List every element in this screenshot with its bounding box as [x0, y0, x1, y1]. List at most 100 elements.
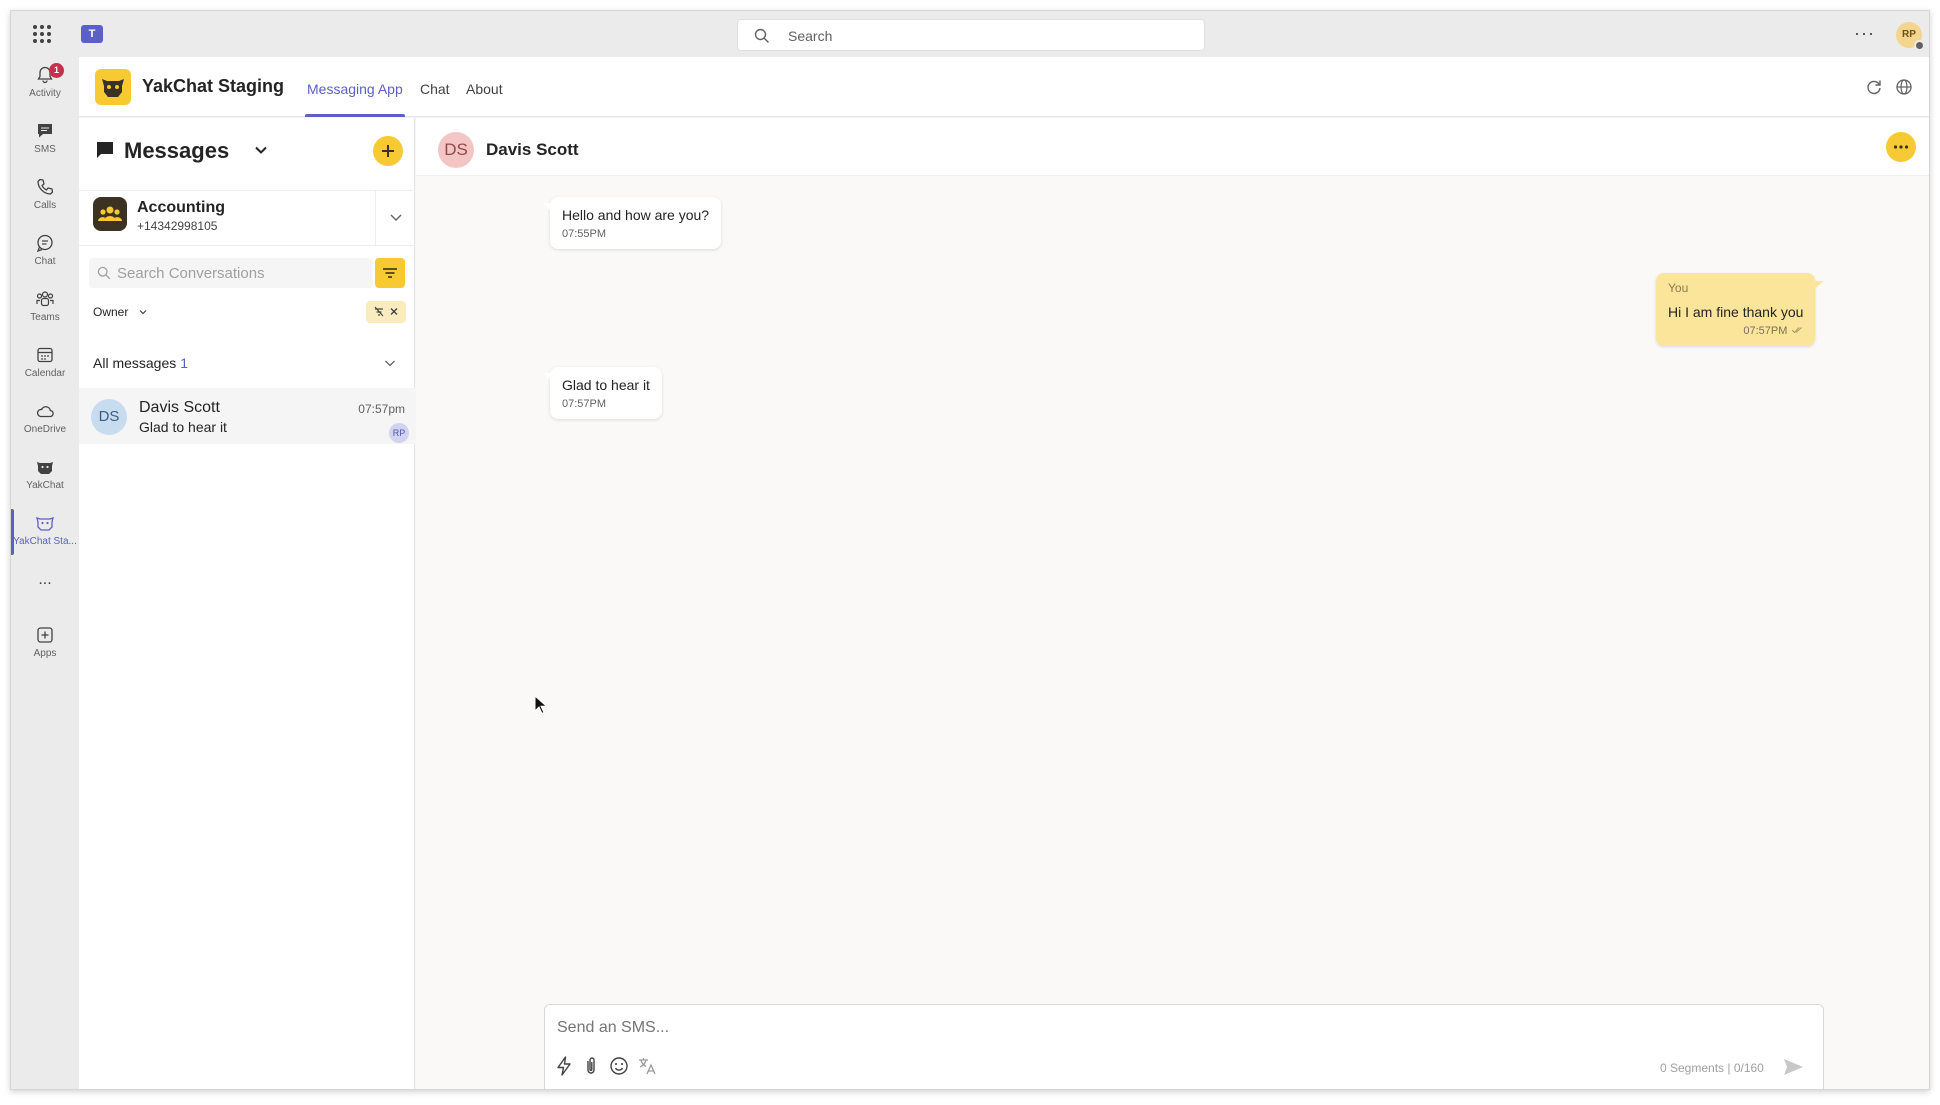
plus-icon: [382, 145, 394, 157]
global-search-input[interactable]: Search: [737, 19, 1205, 51]
owner-filter-label: Owner: [93, 305, 129, 319]
rail-label: YakChat Sta...: [13, 536, 77, 547]
rail-item-teams[interactable]: Teams: [11, 281, 79, 335]
chat-pane: DS Davis Scott Hello and how are you? 07…: [416, 118, 1929, 1089]
contact-name: Davis Scott: [139, 399, 220, 416]
rail-item-chat[interactable]: Chat: [11, 225, 79, 279]
user-initials: RP: [1902, 29, 1916, 40]
teams-icon: [36, 291, 54, 307]
all-messages-section[interactable]: All messages 1: [93, 355, 188, 371]
search-icon: [754, 28, 769, 43]
search-placeholder: Search: [788, 28, 833, 44]
close-icon: [390, 308, 398, 315]
rail-item-sms[interactable]: SMS: [11, 113, 79, 167]
chat-icon: [36, 234, 53, 253]
message-time: 07:55PM: [562, 228, 607, 240]
more-options-button[interactable]: [1886, 132, 1916, 162]
activity-badge: 1: [49, 63, 64, 78]
mouse-cursor-icon: [534, 695, 548, 715]
tab-messaging-app[interactable]: Messaging App: [307, 81, 403, 97]
tab-chat[interactable]: Chat: [420, 81, 450, 97]
title-bar: T Search ··· RP: [11, 11, 1929, 57]
rail-item-activity[interactable]: 1 Activity: [11, 57, 79, 111]
message-text: Glad to hear it: [562, 377, 650, 393]
section-label: All messages: [93, 355, 177, 371]
new-message-button[interactable]: [373, 136, 403, 166]
calendar-icon: [37, 347, 53, 363]
rail-label: YakChat: [26, 480, 64, 491]
rail-label: OneDrive: [23, 424, 67, 435]
account-selector[interactable]: Accounting +14342998105: [79, 190, 415, 246]
filter-button[interactable]: [375, 258, 405, 288]
user-avatar[interactable]: RP: [1896, 22, 1925, 51]
message-time: 07:57PM: [1743, 325, 1788, 337]
tab-about[interactable]: About: [466, 81, 503, 97]
phone-icon: [37, 178, 54, 195]
clear-filters-button[interactable]: [366, 301, 406, 323]
contact-avatar: DS: [438, 132, 474, 168]
rail-item-yakchat-staging[interactable]: YakChat Sta...: [11, 505, 79, 559]
rail-label: Teams: [30, 312, 60, 323]
rail-label: Apps: [33, 648, 57, 659]
refresh-icon[interactable]: [1864, 77, 1884, 97]
contact-name: Davis Scott: [486, 140, 579, 159]
section-count: 1: [180, 355, 189, 371]
yakchat-icon: [37, 462, 53, 474]
chat-header: DS Davis Scott: [416, 118, 1929, 176]
owner-filter-dropdown[interactable]: Owner: [87, 301, 156, 323]
group-icon: [93, 197, 127, 231]
rail-item-calls[interactable]: Calls: [11, 169, 79, 223]
message-text: Hi I am fine thank you: [1668, 304, 1804, 320]
more-icon[interactable]: ···: [1854, 23, 1875, 44]
rail-more-apps[interactable]: ...: [11, 567, 79, 601]
message-text: Hello and how are you?: [562, 207, 710, 223]
translate-icon[interactable]: [636, 1055, 658, 1077]
clear-filter-icon: [374, 306, 384, 317]
rail-item-onedrive[interactable]: OneDrive: [11, 393, 79, 447]
chevron-down-icon[interactable]: [251, 140, 271, 160]
segment-counter: 0 Segments | 0/160: [1660, 1061, 1764, 1075]
active-tab-indicator: [305, 114, 405, 117]
more-icon: [1893, 145, 1909, 149]
lightning-icon[interactable]: [553, 1055, 575, 1077]
message-bubble-outgoing: You Hi I am fine thank you 07:57PM: [1656, 273, 1825, 346]
rail-item-apps[interactable]: Apps: [11, 617, 79, 671]
yakchat-icon: [36, 517, 54, 531]
sms-composer: 0 Segments | 0/160: [544, 1004, 1824, 1089]
globe-icon[interactable]: [1894, 77, 1914, 97]
rail-item-yakchat[interactable]: YakChat: [11, 449, 79, 503]
chevron-down-icon[interactable]: [387, 208, 405, 226]
waffle-icon[interactable]: [33, 25, 51, 43]
account-number: +14342998105: [137, 219, 218, 233]
teams-logo-icon: T: [81, 25, 103, 43]
attach-icon[interactable]: [580, 1055, 602, 1077]
search-icon: [97, 266, 111, 280]
chevron-down-icon[interactable]: [382, 355, 398, 371]
app-rail: 1 Activity SMS Calls Chat Teams Calendar…: [11, 57, 79, 1089]
sms-input[interactable]: [557, 1019, 1557, 1037]
teams-window: T Search ··· RP 1 Activity SMS Calls Cha…: [10, 10, 1930, 1090]
message-bubble-incoming: Glad to hear it 07:57PM: [543, 367, 662, 419]
rail-label: Chat: [34, 256, 56, 267]
message-bubble-incoming: Hello and how are you? 07:55PM: [542, 197, 722, 249]
conversation-item[interactable]: DS Davis Scott Glad to hear it 07:57pm R…: [79, 388, 415, 444]
message-meta: 07:57PM: [1668, 325, 1803, 337]
cloud-icon: [36, 406, 54, 418]
rail-label: Calendar: [24, 368, 66, 379]
account-name: Accounting: [137, 199, 225, 216]
more-icon: ...: [38, 571, 52, 588]
conversations-panel: Messages Accounting +14342998105 Search …: [79, 118, 415, 1089]
send-icon[interactable]: [1780, 1054, 1806, 1080]
divider: [375, 191, 376, 245]
rail-label: Calls: [33, 200, 57, 211]
delivered-check-icon: [1792, 327, 1803, 334]
search-conversations-placeholder: Search Conversations: [117, 265, 265, 282]
rail-label: Activity: [29, 88, 61, 99]
rail-label: SMS: [34, 144, 56, 155]
emoji-icon[interactable]: [608, 1055, 630, 1077]
rail-item-calendar[interactable]: Calendar: [11, 337, 79, 391]
plus-square-icon: [37, 627, 53, 643]
message-icon: [97, 142, 113, 158]
search-conversations-input[interactable]: Search Conversations: [89, 258, 373, 288]
presence-indicator: [1914, 40, 1925, 51]
